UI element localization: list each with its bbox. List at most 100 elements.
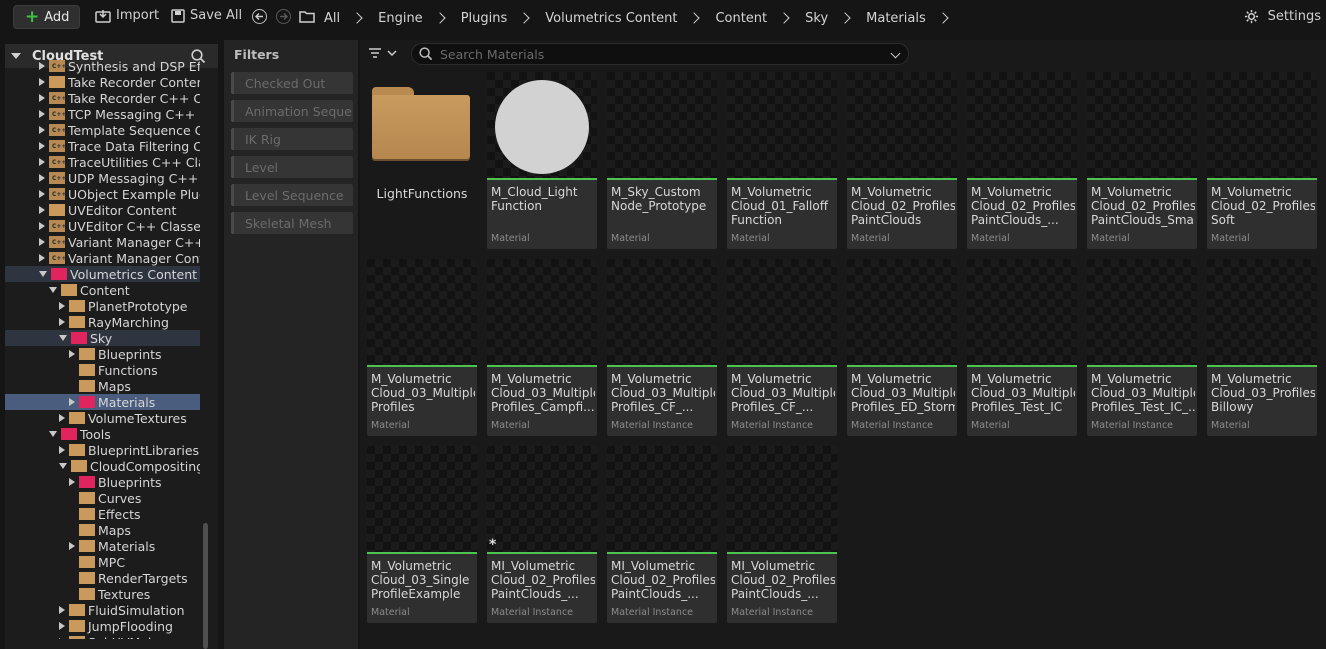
breadcrumb-content[interactable]: Content [715,11,805,26]
tree-item[interactable]: C++UObject Example Plugin C++ Classes [5,186,200,202]
tree-item[interactable]: C++TCP Messaging C++ Classes [5,106,200,122]
tree-item[interactable]: C++ UVEditor C++ Classes [5,218,200,234]
chevron-right-icon[interactable] [39,238,45,246]
asset-tile[interactable]: M_Sky_Custom Node_Prototype Material [607,72,717,249]
filter-animation-sequence[interactable]: Animation Sequence [231,100,353,122]
filter-skeletal-mesh[interactable]: Skeletal Mesh [231,212,353,234]
asset-tile[interactable]: M_Volumetric Cloud_03_Multiple Profiles_… [967,259,1077,436]
tree-item[interactable]: C++Take Recorder C++ Classes [5,90,200,106]
chevron-right-icon[interactable] [59,622,65,630]
tree-item[interactable]: Maps [5,522,200,538]
asset-tile[interactable]: M_Volumetric Cloud_03_Single ProfileExam… [367,446,477,623]
asset-tile[interactable]: M_Volumetric Cloud_01_Falloff Function Ma… [727,72,837,249]
tree-item[interactable]: Curves [5,490,200,506]
chevron-right-icon[interactable] [39,174,45,182]
chevron-down-icon[interactable] [59,463,67,469]
tree-scrollbar[interactable] [203,523,208,649]
tree-item[interactable]: RenderTargets [5,570,200,586]
asset-tile[interactable]: M_Volumetric Cloud_03_Multiple Profiles_… [607,259,717,436]
search-materials-box[interactable] [411,43,909,65]
breadcrumb-materials[interactable]: Materials [866,11,964,26]
tree-item[interactable]: RayMarching [5,314,200,330]
asset-tile[interactable]: M_Volumetric Cloud_03_Multiple Profiles M… [367,259,477,436]
breadcrumb-sky[interactable]: Sky [805,11,866,26]
tree-item[interactable]: Effects [5,506,200,522]
filter-ik-rig[interactable]: IK Rig [231,128,353,150]
asset-tile[interactable]: M_Volumetric Cloud_02_Profiles_ PaintClo… [847,72,957,249]
chevron-right-icon[interactable] [39,94,45,102]
chevron-right-icon[interactable] [39,222,45,230]
tree-item[interactable]: Volumetrics Content [5,266,200,282]
chevron-right-icon[interactable] [39,142,45,150]
chevron-right-icon[interactable] [39,190,45,198]
tree-item[interactable]: Textures [5,586,200,602]
chevron-right-icon[interactable] [69,542,75,550]
chevron-right-icon[interactable] [69,478,75,486]
breadcrumb-all[interactable]: All [324,11,378,26]
chevron-right-icon[interactable] [69,398,75,406]
chevron-right-icon[interactable] [39,110,45,118]
tree-item[interactable]: C++Variant Manager Content [5,250,200,266]
asset-tile[interactable]: M_Volumetric Cloud_03_Multiple Profiles_… [727,259,837,436]
breadcrumb-volumetrics-content[interactable]: Volumetrics Content [545,11,715,26]
tree-item[interactable]: FluidSimulation [5,602,200,618]
breadcrumb-engine[interactable]: Engine [378,11,461,26]
add-button[interactable]: + Add [13,5,80,29]
tree-item[interactable]: Blueprints [5,346,200,362]
filter-checked-out[interactable]: Checked Out [231,72,353,94]
chevron-down-icon[interactable] [890,48,901,59]
tree-item[interactable]: Content [5,282,200,298]
asset-tile[interactable]: M_Volumetric Cloud_02_Profiles_ Soft Mate… [1207,72,1317,249]
tree-item[interactable]: C++Template Sequence C++ Classes [5,122,200,138]
chevron-right-icon[interactable] [39,126,45,134]
asset-tile[interactable]: M_Volumetric Cloud_03_Multiple Profiles_… [847,259,957,436]
chevron-right-icon[interactable] [59,318,65,326]
chevron-right-icon[interactable] [39,62,45,70]
back-button[interactable] [252,9,267,24]
filter-dropdown-button[interactable] [368,47,397,59]
tree-item[interactable]: VolumeTextures [5,410,200,426]
tree-item[interactable]: Tools [5,426,200,442]
search-materials-input[interactable] [440,46,880,62]
tree-item[interactable]: JumpFlooding [5,618,200,634]
tree-item[interactable]: Materials [5,394,200,410]
tree-item[interactable]: Sky [5,330,200,346]
import-button[interactable]: Import [95,8,159,23]
chevron-down-icon[interactable] [49,431,57,437]
chevron-down-icon[interactable] [39,271,47,277]
chevron-right-icon[interactable] [39,254,45,262]
tree-item[interactable]: C++Variant Manager C++ Classes [5,234,200,250]
chevron-right-icon[interactable] [39,78,45,86]
asset-tile[interactable]: M_Volumetric Cloud_02_Profiles_ PaintClo… [1087,72,1197,249]
asset-tile[interactable]: M_Volumetric Cloud_02_Profiles_ PaintClo… [967,72,1077,249]
chevron-right-icon[interactable] [69,350,75,358]
chevron-right-icon[interactable] [59,446,65,454]
tree-item[interactable]: C++UDP Messaging C++ Classes [5,170,200,186]
asset-tile[interactable]: M_Volumetric Cloud_03_Multiple Profiles_… [487,259,597,436]
tree-item[interactable]: Functions [5,362,200,378]
tree-item[interactable]: Maps [5,378,200,394]
tree-item[interactable]: MPC [5,554,200,570]
asset-tile[interactable]: MI_Volumetric Cloud_02_Profiles_ PaintCl… [607,446,717,623]
filter-level[interactable]: Level [231,156,353,178]
asset-tile[interactable]: * MI_Volumetric Cloud_02_Profiles_ PaintC… [487,446,597,623]
chevron-down-icon[interactable] [49,287,57,293]
tree-item[interactable]: C++TraceUtilities C++ Classes [5,154,200,170]
folder-tile-lightfunctions[interactable]: LightFunctions [367,72,477,249]
tree-item[interactable]: Blueprints [5,474,200,490]
tree-item[interactable]: BlueprintLibraries [5,442,200,458]
tree-item[interactable]: PlanetPrototype [5,298,200,314]
chevron-right-icon[interactable] [59,638,65,639]
asset-tile[interactable]: MI_Volumetric Cloud_02_Profiles_ PaintCl… [727,446,837,623]
chevron-down-icon[interactable] [59,335,67,341]
save-all-button[interactable]: Save All [171,8,242,23]
chevron-right-icon[interactable] [59,302,65,310]
chevron-right-icon[interactable] [59,606,65,614]
forward-button[interactable] [276,9,291,24]
tree-item[interactable]: C++Trace Data Filtering C++ Classes [5,138,200,154]
chevron-right-icon[interactable] [39,158,45,166]
tree-item[interactable]: C++Synthesis and DSP Effects [5,58,200,74]
tree-item[interactable]: Take Recorder Content [5,74,200,90]
asset-tile[interactable]: M_Volumetric Cloud_03_Multiple Profiles_… [1087,259,1197,436]
asset-tile[interactable]: M_Cloud_Light Function Material [487,72,597,249]
